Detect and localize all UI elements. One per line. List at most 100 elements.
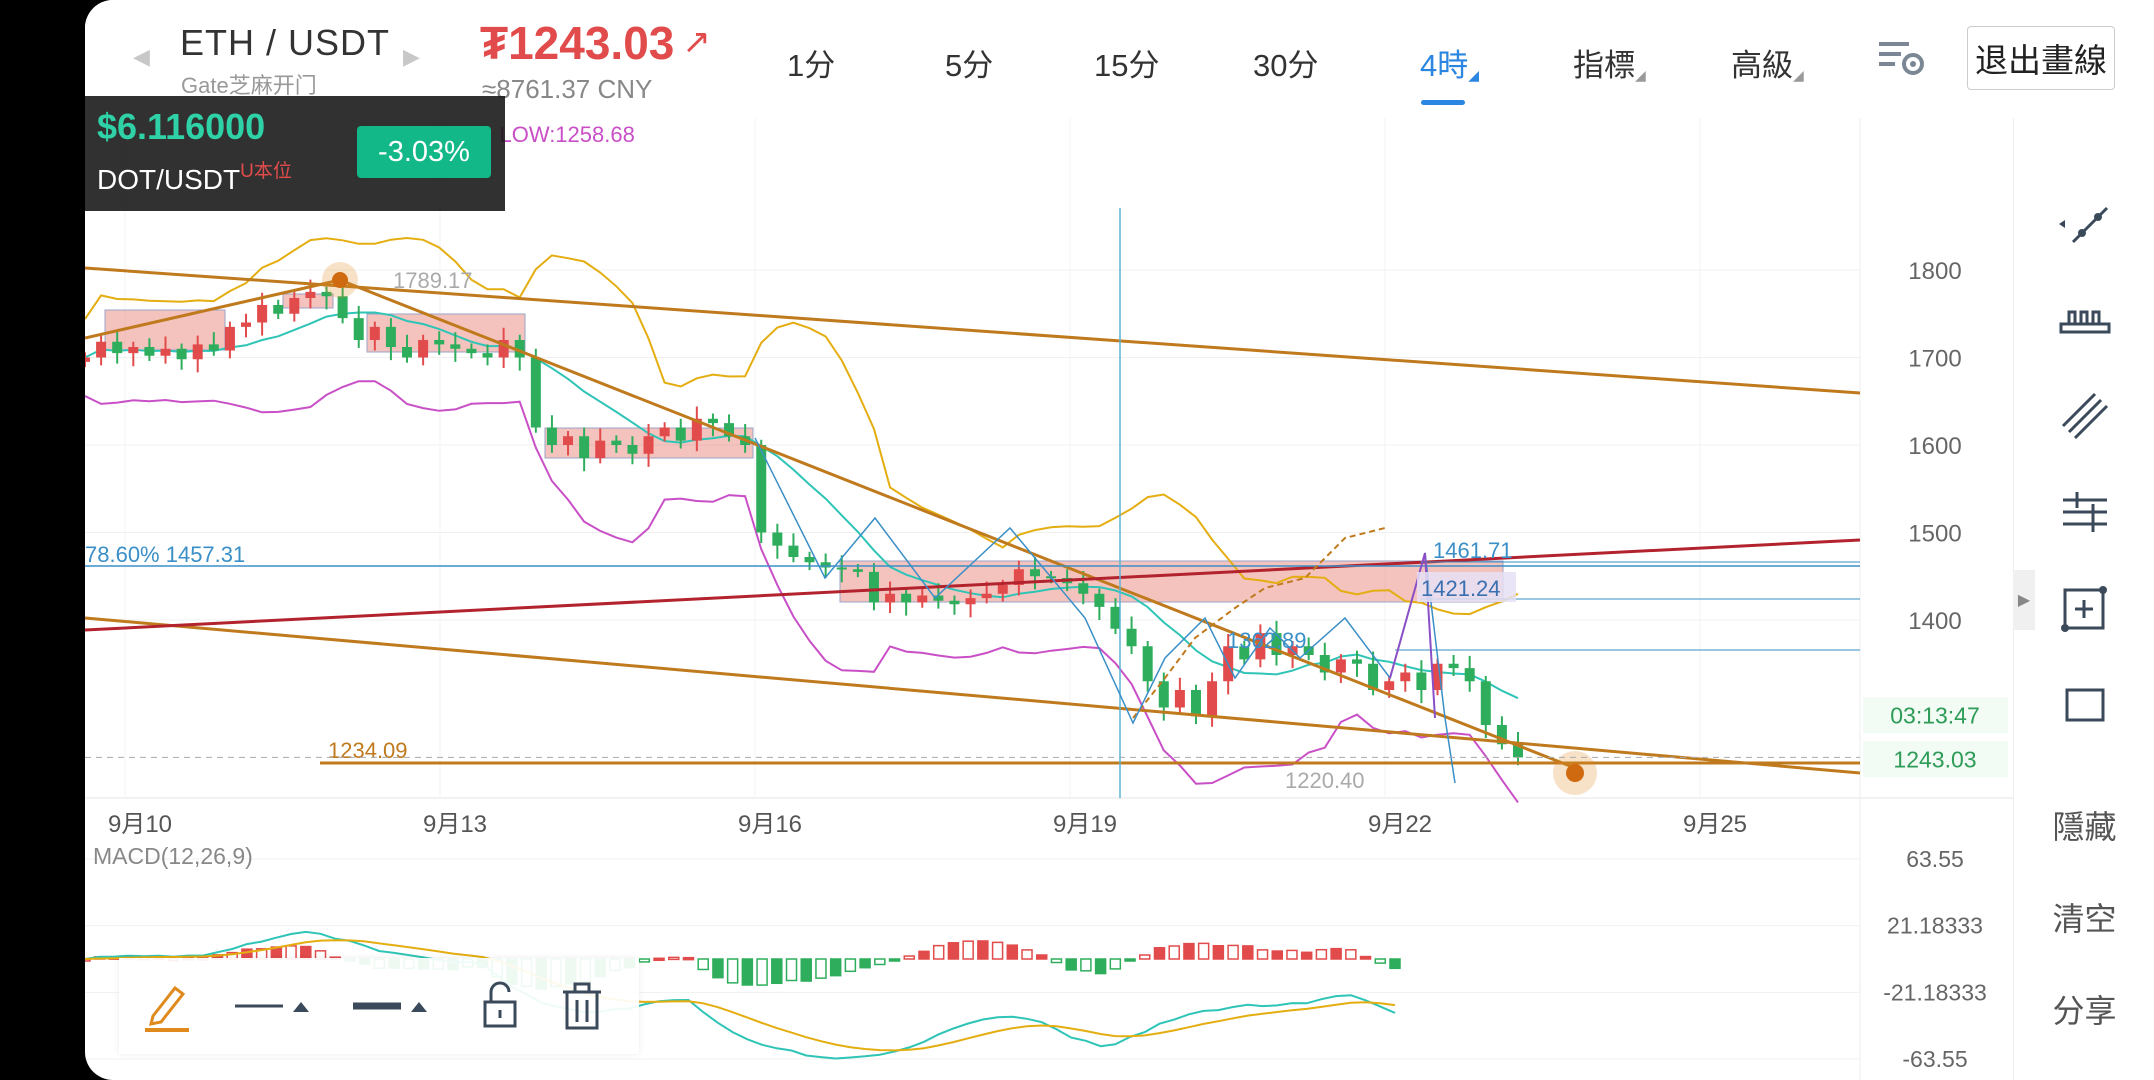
ticker-overlay[interactable]: $6.116000 DOT/USDTU本位 -3.03% bbox=[85, 96, 505, 211]
candle-body bbox=[804, 557, 815, 563]
y-tick-label: 1700 bbox=[1908, 346, 1961, 373]
candle-body bbox=[659, 427, 670, 437]
tab-indicators[interactable]: 指標◢ bbox=[1573, 40, 1646, 85]
add-shape-tool[interactable] bbox=[2014, 578, 2154, 638]
ruler-icon bbox=[2059, 310, 2110, 334]
candle-body bbox=[208, 344, 219, 351]
candle-body bbox=[1335, 659, 1346, 673]
candle-body bbox=[241, 322, 252, 327]
candle-body bbox=[901, 593, 912, 603]
y-tick-label: 1400 bbox=[1908, 608, 1961, 635]
macd-y-tick-label: -21.18333 bbox=[1883, 979, 1987, 1005]
candle-body bbox=[852, 569, 863, 572]
y-tick-label: 1500 bbox=[1908, 521, 1961, 548]
candle-body bbox=[1351, 659, 1362, 664]
candle-body bbox=[224, 326, 235, 351]
candle-body bbox=[85, 357, 90, 362]
candle-body bbox=[1142, 646, 1153, 682]
candle-body bbox=[772, 532, 783, 546]
tab-advanced[interactable]: 高級◢ bbox=[1731, 40, 1804, 85]
rectangle-tool[interactable] bbox=[2014, 674, 2154, 734]
parallel-channel-icon bbox=[2061, 392, 2108, 440]
macd-bar bbox=[1021, 949, 1033, 960]
tab-1m[interactable]: 1分 bbox=[787, 40, 835, 85]
ruler-tool[interactable] bbox=[2014, 290, 2154, 350]
tab-30m[interactable]: 30分 bbox=[1253, 40, 1318, 85]
dashed-channel bbox=[1132, 527, 1386, 719]
tab-5m[interactable]: 5分 bbox=[945, 40, 993, 85]
candle-body bbox=[1207, 681, 1218, 717]
trendline-red bbox=[85, 538, 1861, 632]
high-label: 1789.17 bbox=[393, 268, 473, 293]
macd-bar bbox=[1345, 949, 1357, 960]
macd-bar bbox=[653, 957, 665, 962]
level-2-label: 1421.24 bbox=[1421, 576, 1501, 601]
prev-pair-icon[interactable]: ◀ bbox=[133, 44, 150, 70]
macd-bar bbox=[785, 958, 798, 982]
macd-bar bbox=[1212, 944, 1225, 960]
candle-body bbox=[482, 353, 493, 358]
candle-body bbox=[450, 344, 461, 349]
trendline-tool[interactable] bbox=[2014, 194, 2154, 254]
low-label: 1220.40 bbox=[1285, 768, 1365, 793]
unlock-icon[interactable] bbox=[475, 980, 525, 1032]
candlestick-chart[interactable]: 1789.17 78.60% 1457.31 1461.71 1421.24 1362.… bbox=[85, 118, 2013, 838]
tab-4h[interactable]: 4時◢ bbox=[1420, 40, 1479, 85]
next-pair-icon[interactable]: ▶ bbox=[403, 44, 420, 70]
macd-bar bbox=[1035, 954, 1048, 960]
candle-body bbox=[917, 595, 928, 603]
candle-body bbox=[289, 298, 300, 314]
candle-body bbox=[369, 326, 380, 340]
share-button[interactable]: 分享 bbox=[2014, 986, 2154, 1032]
drawing-style-toolbar bbox=[119, 958, 639, 1054]
macd-bar bbox=[1109, 958, 1122, 970]
clear-drawings-button[interactable]: 清空 bbox=[2014, 894, 2154, 940]
x-tick-label: 9月10 bbox=[108, 811, 172, 838]
macd-bar bbox=[1124, 958, 1136, 962]
level-3-label: 1362.89 bbox=[1227, 628, 1307, 653]
candle-body bbox=[981, 593, 992, 599]
ticker-pair: DOT/USDTU本位 bbox=[97, 161, 292, 195]
macd-bar bbox=[947, 942, 960, 960]
line-thick-icon[interactable] bbox=[349, 980, 439, 1032]
candle-body bbox=[1078, 583, 1089, 594]
macd-bar bbox=[815, 958, 827, 979]
candle-body bbox=[611, 440, 622, 445]
support-label: 1234.09 bbox=[328, 738, 408, 763]
line-thin-icon[interactable] bbox=[231, 980, 321, 1032]
candle-body bbox=[418, 340, 429, 358]
parallel-channel-tool[interactable] bbox=[2014, 386, 2154, 446]
current-price-label: 1243.03 bbox=[1893, 746, 1976, 772]
macd-bar bbox=[1359, 955, 1372, 960]
x-tick-label: 9月25 bbox=[1683, 811, 1747, 838]
candle-body bbox=[1190, 690, 1201, 717]
candle-body bbox=[1029, 569, 1040, 577]
macd-bar bbox=[859, 958, 871, 969]
macd-bar bbox=[1168, 945, 1180, 960]
active-tab-indicator bbox=[1421, 100, 1465, 105]
macd-bar bbox=[874, 958, 886, 966]
tab-15m[interactable]: 15分 bbox=[1094, 40, 1159, 85]
candle-body bbox=[1174, 690, 1185, 708]
candle-body bbox=[353, 318, 364, 340]
trash-icon[interactable] bbox=[557, 980, 607, 1032]
macd-bar bbox=[1197, 942, 1210, 960]
collapse-sidebar-icon[interactable]: ▶ bbox=[2013, 570, 2035, 630]
macd-bar bbox=[888, 958, 901, 962]
macd-bar bbox=[1315, 948, 1328, 960]
chart-settings-icon[interactable] bbox=[1877, 38, 1927, 78]
candle-body bbox=[675, 427, 686, 441]
candle-body bbox=[1448, 663, 1459, 669]
exit-drawing-button[interactable]: 退出畫線 bbox=[1967, 26, 2115, 90]
macd-bar bbox=[829, 958, 842, 977]
pencil-icon[interactable] bbox=[139, 980, 195, 1032]
pair-title[interactable]: ETH / USDT bbox=[180, 22, 390, 64]
macd-bar bbox=[1080, 958, 1092, 972]
horizontal-lines-tool[interactable] bbox=[2014, 482, 2154, 542]
ticker-change-badge: -3.03% bbox=[357, 126, 491, 178]
candle-body bbox=[273, 305, 284, 314]
hide-drawings-button[interactable]: 隱藏 bbox=[2014, 802, 2154, 848]
candle-body bbox=[949, 600, 960, 605]
target-marker bbox=[1566, 764, 1584, 782]
macd-bar bbox=[844, 958, 857, 973]
